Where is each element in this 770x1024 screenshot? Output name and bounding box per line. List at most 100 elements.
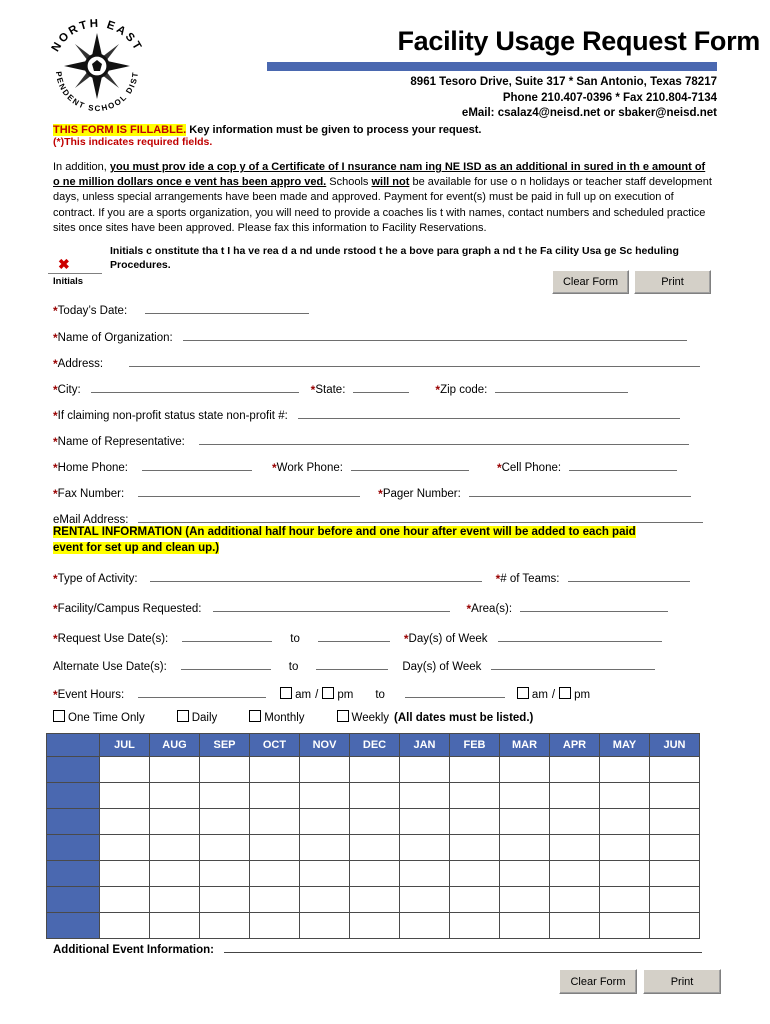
month-table-cell[interactable] [99,808,150,835]
event-hours-end-pm-checkbox[interactable] [559,687,572,699]
month-table-cell[interactable] [449,808,500,835]
month-table-cell[interactable] [599,808,650,835]
print-button-bottom[interactable]: Print [643,969,721,994]
fax-number-input[interactable] [138,483,361,497]
month-table-cell[interactable] [499,782,550,809]
month-table-cell[interactable] [249,782,300,809]
event-hours-end-input[interactable] [404,684,505,698]
month-table-cell[interactable] [349,808,400,835]
month-table-cell[interactable] [449,756,500,783]
month-table-cell[interactable] [349,860,400,887]
month-table-cell[interactable] [499,886,550,913]
month-table-cell[interactable] [399,834,450,861]
event-hours-start-input[interactable] [138,684,267,698]
one-time-only-checkbox[interactable] [53,710,65,722]
month-table-cell[interactable] [349,782,400,809]
month-table-cell[interactable] [449,834,500,861]
month-table-cell[interactable] [299,886,350,913]
month-table-cell[interactable] [599,834,650,861]
month-table-cell[interactable] [249,756,300,783]
month-table-cell[interactable] [249,886,300,913]
month-table-cell[interactable] [299,756,350,783]
month-table-cell[interactable] [649,834,700,861]
month-table-cell[interactable] [399,756,450,783]
month-table-cell[interactable] [549,886,600,913]
month-table-cell[interactable] [299,782,350,809]
month-table-cell[interactable] [249,808,300,835]
month-table-cell[interactable] [99,834,150,861]
name-of-representative-input[interactable] [198,431,689,445]
month-table-cell[interactable] [99,886,150,913]
work-phone-input[interactable] [350,457,469,471]
month-table-cell[interactable] [649,860,700,887]
num-of-teams-input[interactable] [567,568,690,582]
month-table-cell[interactable] [299,834,350,861]
month-table-cell[interactable] [499,860,550,887]
month-table-cell[interactable] [499,756,550,783]
month-table-cell[interactable] [549,808,600,835]
month-table-cell[interactable] [549,912,600,939]
month-table-cell[interactable] [149,782,200,809]
zip-code-input[interactable] [495,379,629,393]
city-input[interactable] [90,379,299,393]
month-table-cell[interactable] [249,834,300,861]
month-table-cell[interactable] [499,834,550,861]
month-table-cell[interactable] [649,808,700,835]
month-table-cell[interactable] [649,912,700,939]
days-of-week-input[interactable] [497,628,662,642]
month-table-cell[interactable] [649,886,700,913]
month-table-cell[interactable] [599,860,650,887]
month-table-cell[interactable] [549,756,600,783]
month-table-cell[interactable] [149,808,200,835]
month-table-cell[interactable] [149,912,200,939]
month-table-cell[interactable] [599,886,650,913]
month-table-cell[interactable] [649,782,700,809]
month-table-cell[interactable] [249,860,300,887]
month-table-cell[interactable] [249,912,300,939]
month-table-cell[interactable] [449,886,500,913]
home-phone-input[interactable] [142,457,252,471]
initials-input[interactable] [48,259,102,274]
month-table-cell[interactable] [199,912,250,939]
month-table-cell[interactable] [349,834,400,861]
month-table-cell[interactable] [399,808,450,835]
month-table-cell[interactable] [299,808,350,835]
month-table-cell[interactable] [549,834,600,861]
month-table-cell[interactable] [549,860,600,887]
event-hours-start-pm-checkbox[interactable] [322,687,335,699]
todays-date-input[interactable] [145,300,310,314]
weekly-checkbox[interactable] [336,710,349,722]
month-table-cell[interactable] [99,782,150,809]
event-hours-start-am-checkbox[interactable] [280,687,293,699]
request-use-date-to-input[interactable] [317,628,390,642]
month-table-cell[interactable] [199,834,250,861]
month-table-cell[interactable] [199,860,250,887]
areas-input[interactable] [520,598,669,612]
month-table-cell[interactable] [499,808,550,835]
state-input[interactable] [353,379,410,393]
month-table-cell[interactable] [399,912,450,939]
month-table-cell[interactable] [299,912,350,939]
month-table-cell[interactable] [599,756,650,783]
print-button-top[interactable]: Print [634,270,711,294]
month-table-cell[interactable] [499,912,550,939]
alternate-use-date-to-input[interactable] [316,656,389,670]
name-of-organization-input[interactable] [182,327,687,341]
month-table-cell[interactable] [99,756,150,783]
month-table-cell[interactable] [149,886,200,913]
facility-campus-input[interactable] [213,598,451,612]
alternate-use-date-from-input[interactable] [180,656,271,670]
month-table-cell[interactable] [299,860,350,887]
additional-event-information-input[interactable] [224,939,702,953]
month-table-cell[interactable] [199,808,250,835]
cell-phone-input[interactable] [569,457,678,471]
type-of-activity-input[interactable] [149,568,482,582]
clear-form-button-top[interactable]: Clear Form [552,270,629,294]
month-table-cell[interactable] [399,782,450,809]
address-input[interactable] [129,353,701,367]
month-table-cell[interactable] [399,860,450,887]
month-table-cell[interactable] [449,912,500,939]
daily-checkbox[interactable] [176,710,189,722]
month-table-cell[interactable] [99,860,150,887]
non-profit-input[interactable] [297,405,680,419]
